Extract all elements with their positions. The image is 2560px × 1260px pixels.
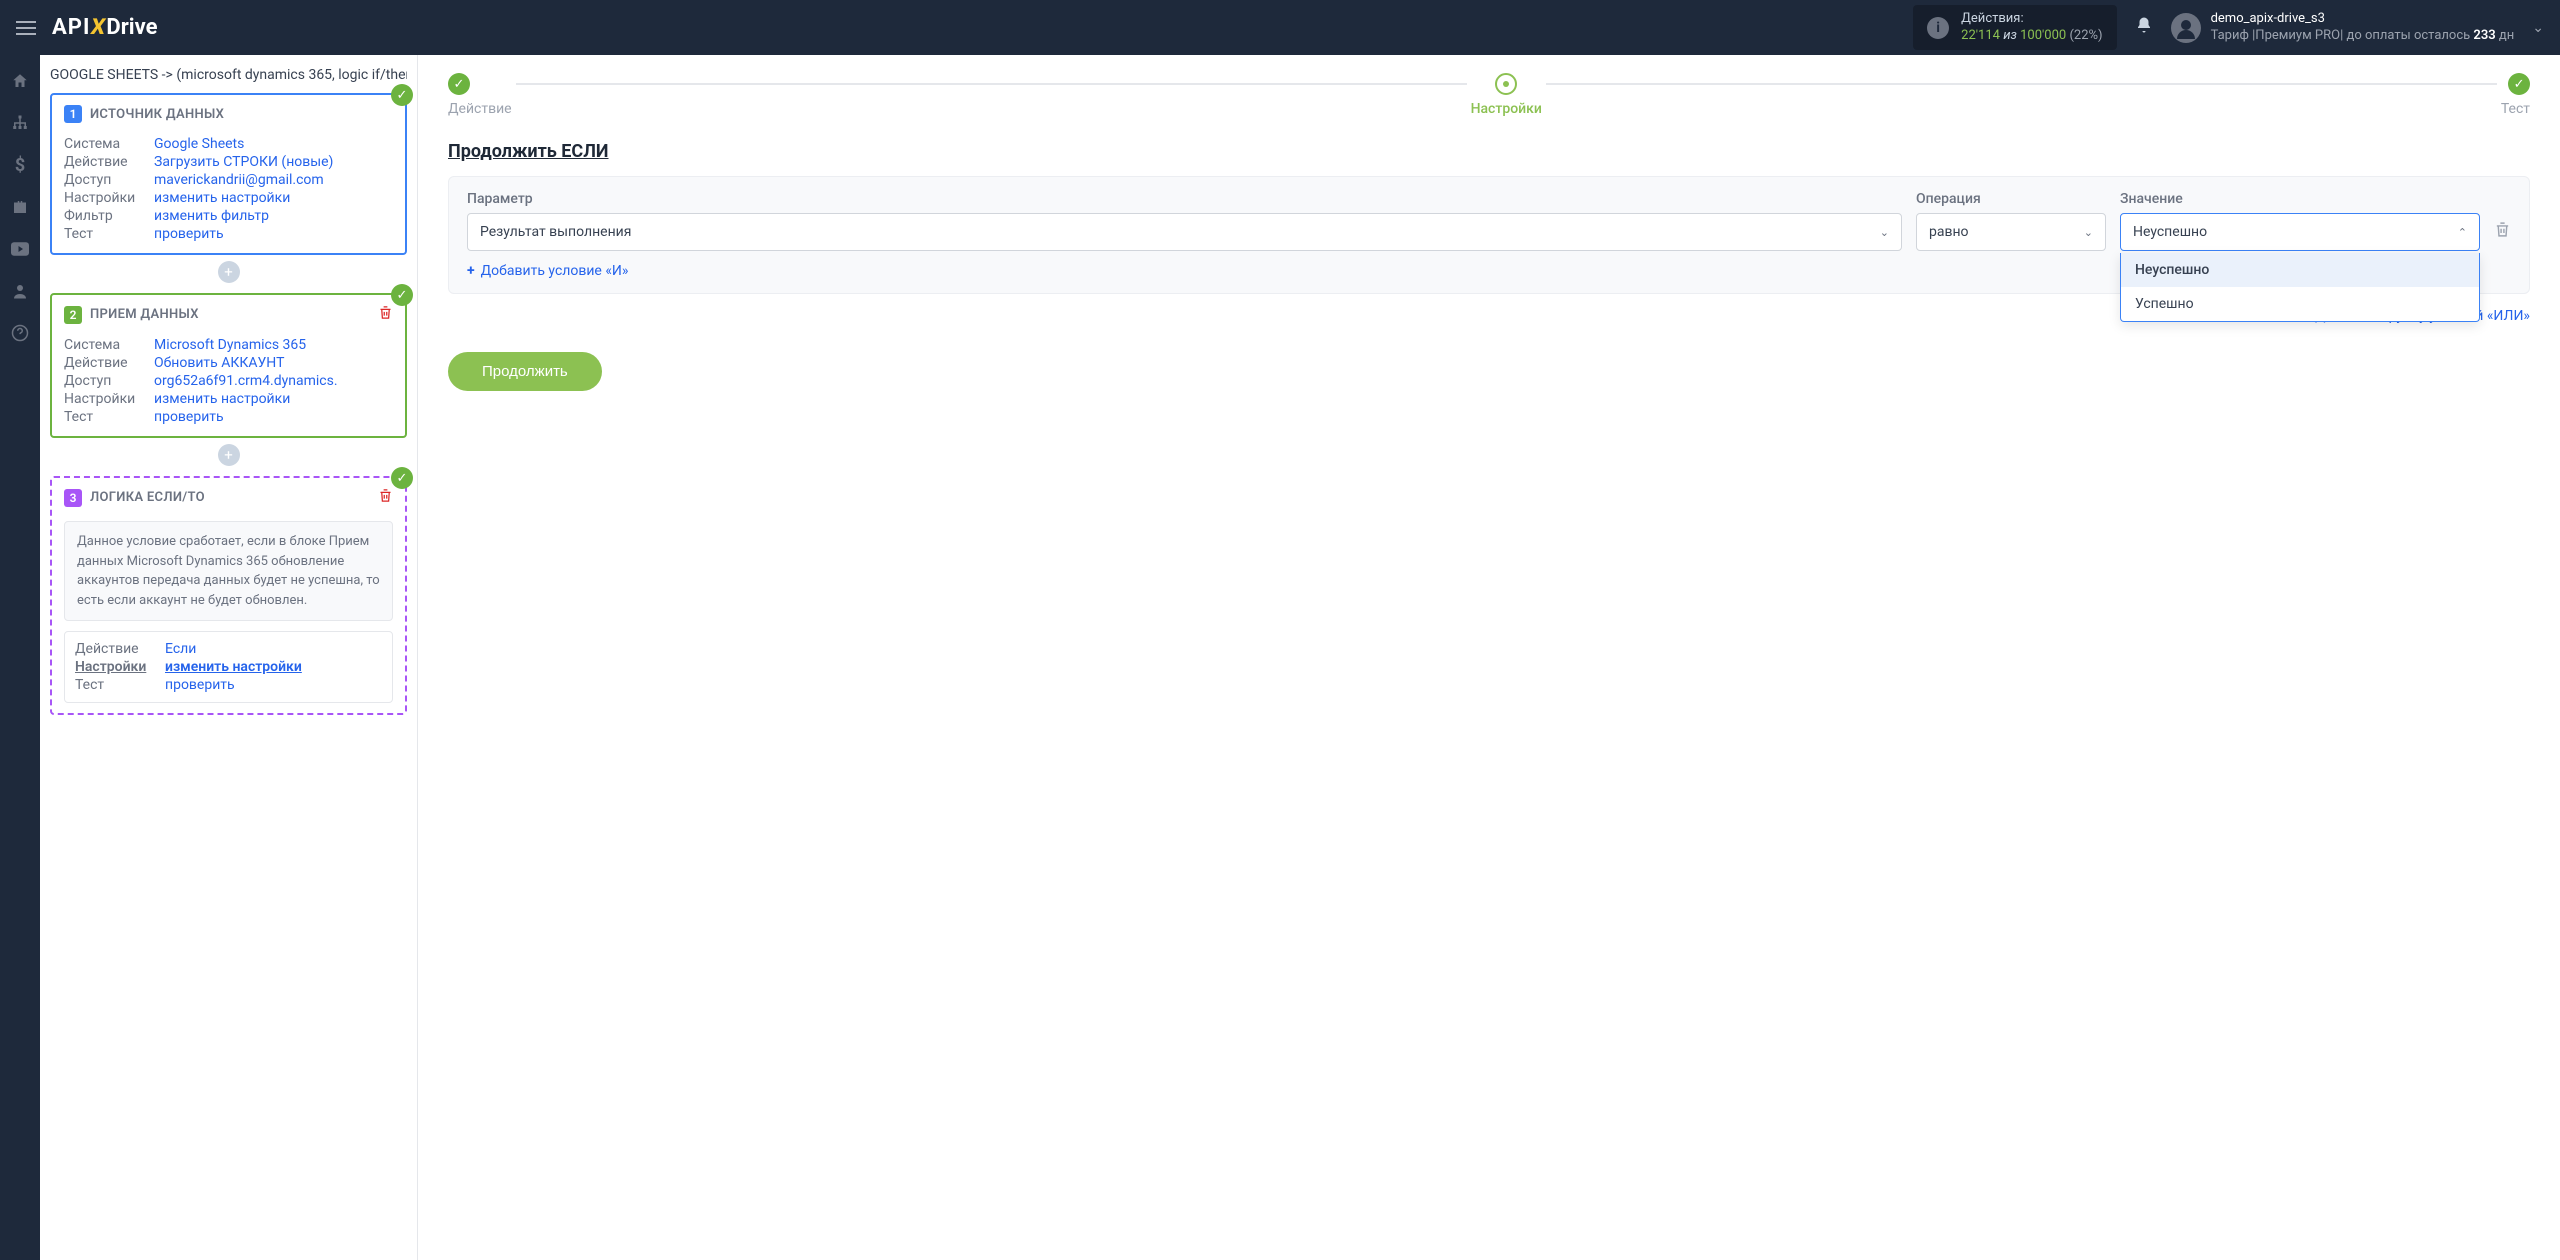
logic-action-link[interactable]: Если: [165, 641, 196, 657]
source-system-link[interactable]: Google Sheets: [154, 136, 244, 152]
condition-block: Параметр Результат выполнения⌄ Операция …: [448, 176, 2530, 294]
dest-test-link[interactable]: проверить: [154, 409, 224, 425]
sidebar-help-icon[interactable]: [10, 323, 30, 343]
operation-label: Операция: [1916, 191, 2106, 207]
step-active-icon: [1495, 73, 1517, 95]
card-title: ИСТОЧНИК ДАННЫХ: [90, 107, 224, 122]
source-filter-link[interactable]: изменить фильтр: [154, 208, 269, 224]
card-destination[interactable]: ✓ 2 ПРИЕМ ДАННЫХ СистемаMicrosoft Dynami…: [50, 293, 407, 438]
sidebar: $: [0, 55, 40, 1260]
step-settings[interactable]: Настройки: [1471, 73, 1542, 117]
check-icon: ✓: [391, 467, 413, 489]
delete-condition-icon[interactable]: [2494, 221, 2511, 251]
dropdown-option-fail[interactable]: Неуспешно: [2121, 253, 2479, 287]
source-access-link[interactable]: maverickandrii@gmail.com: [154, 172, 324, 188]
logic-settings-link[interactable]: изменить настройки: [165, 659, 302, 675]
logic-sub-card: ДействиеЕсли Настройкиизменить настройки…: [64, 631, 393, 703]
continue-button[interactable]: Продолжить: [448, 352, 602, 391]
card-number: 3: [64, 489, 82, 507]
sidebar-billing-icon[interactable]: $: [10, 155, 30, 175]
check-icon: ✓: [391, 84, 413, 106]
logic-test-link[interactable]: проверить: [165, 677, 235, 693]
operation-select[interactable]: равно⌄: [1916, 213, 2106, 251]
avatar-icon: [2171, 13, 2201, 43]
card-title: ПРИЕМ ДАННЫХ: [90, 307, 199, 322]
add-step-button[interactable]: +: [218, 261, 240, 283]
breadcrumb: GOOGLE SHEETS -> (microsoft dynamics 365…: [50, 63, 407, 93]
sidebar-user-icon[interactable]: [10, 281, 30, 301]
chevron-down-icon: ⌄: [1880, 226, 1889, 239]
source-test-link[interactable]: проверить: [154, 226, 224, 242]
dest-access-link[interactable]: org652a6f91.crm4.dynamics.: [154, 373, 338, 389]
actions-label: Действия:: [1961, 11, 2102, 28]
user-menu[interactable]: demo_apix-drive_s3 Тариф |Премиум PRO| д…: [2171, 11, 2544, 45]
actions-usage[interactable]: i Действия: 22'114 из 100'000 (22%): [1913, 5, 2116, 51]
sidebar-home-icon[interactable]: [10, 71, 30, 91]
card-logic[interactable]: ✓ 3 ЛОГИКА ЕСЛИ/ТО Данное условие сработ…: [50, 476, 407, 715]
dest-action-link[interactable]: Обновить АККАУНТ: [154, 355, 284, 371]
logic-description: Данное условие сработает, если в блоке П…: [64, 521, 393, 621]
card-number: 1: [64, 105, 82, 123]
dest-system-link[interactable]: Microsoft Dynamics 365: [154, 337, 306, 353]
user-info: demo_apix-drive_s3 Тариф |Премиум PRO| д…: [2211, 11, 2515, 45]
card-title: ЛОГИКА ЕСЛИ/ТО: [90, 490, 205, 505]
step-check-icon: ✓: [448, 73, 470, 95]
sidebar-youtube-icon[interactable]: [10, 239, 30, 259]
step-indicator: ✓ Действие Настройки ✓ Тест: [418, 55, 2560, 121]
step-test[interactable]: ✓ Тест: [2501, 73, 2530, 117]
actions-values: 22'114 из 100'000 (22%): [1961, 28, 2102, 45]
trash-icon[interactable]: [378, 488, 393, 507]
chevron-down-icon: ⌄: [2532, 20, 2544, 36]
step-check-icon: ✓: [2508, 73, 2530, 95]
check-icon: ✓: [391, 284, 413, 306]
card-number: 2: [64, 306, 82, 324]
info-icon: i: [1927, 17, 1949, 39]
header: APIXDrive i Действия: 22'114 из 100'000 …: [0, 0, 2560, 55]
menu-hamburger-icon[interactable]: [16, 21, 36, 35]
section-title: Продолжить ЕСЛИ: [418, 121, 2560, 176]
value-select[interactable]: Неуспешно⌃: [2120, 213, 2480, 251]
sidebar-briefcase-icon[interactable]: [10, 197, 30, 217]
header-right: i Действия: 22'114 из 100'000 (22%) demo…: [1913, 5, 2544, 51]
main-panel: ✓ Действие Настройки ✓ Тест Продолжить Е…: [418, 55, 2560, 1260]
source-action-link[interactable]: Загрузить СТРОКИ (новые): [154, 154, 333, 170]
value-label: Значение: [2120, 191, 2480, 207]
dropdown-option-success[interactable]: Успешно: [2121, 287, 2479, 321]
sidebar-connections-icon[interactable]: [10, 113, 30, 133]
param-select[interactable]: Результат выполнения⌄: [467, 213, 1902, 251]
source-settings-link[interactable]: изменить настройки: [154, 190, 290, 206]
add-step-button[interactable]: +: [218, 444, 240, 466]
param-label: Параметр: [467, 191, 1902, 207]
left-panel: GOOGLE SHEETS -> (microsoft dynamics 365…: [40, 55, 418, 1260]
value-dropdown: Неуспешно Успешно: [2120, 253, 2480, 322]
bell-icon[interactable]: [2135, 16, 2153, 39]
trash-icon[interactable]: [378, 305, 393, 324]
header-left: APIXDrive: [16, 15, 157, 40]
logo[interactable]: APIXDrive: [52, 15, 157, 40]
card-source[interactable]: ✓ 1 ИСТОЧНИК ДАННЫХ СистемаGoogle Sheets…: [50, 93, 407, 255]
chevron-down-icon: ⌄: [2084, 226, 2093, 239]
step-action[interactable]: ✓ Действие: [448, 73, 512, 117]
chevron-up-icon: ⌃: [2458, 226, 2467, 239]
dest-settings-link[interactable]: изменить настройки: [154, 391, 290, 407]
